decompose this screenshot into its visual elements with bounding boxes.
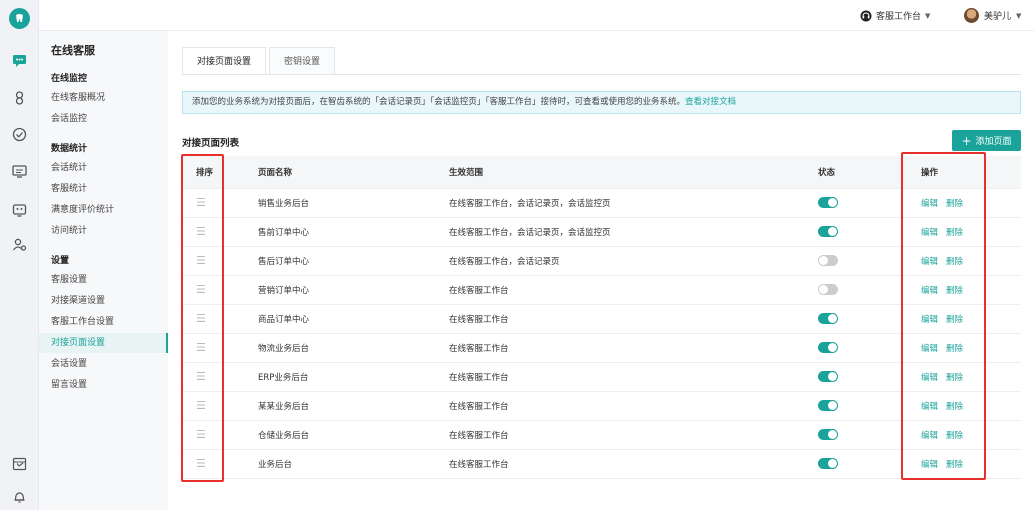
- highlight-actions-column: [901, 152, 986, 480]
- status-toggle[interactable]: [818, 284, 838, 295]
- main-content: 对接页面设置 密钥设置 添加您的业务系统为对接页面后，在智齿系统的「会话记录页」…: [168, 31, 1035, 510]
- sidebar-item-visit-stats[interactable]: 访问统计: [39, 221, 168, 241]
- tab-page-settings[interactable]: 对接页面设置: [182, 47, 267, 75]
- add-page-button[interactable]: + 添加页面: [952, 130, 1021, 151]
- list-title: 对接页面列表: [182, 138, 240, 149]
- sidebar-group-stats: 数据统计: [51, 144, 88, 154]
- table-body: ☰ 销售业务后台 在线客服工作台，会话记录页，会话监控页 编辑 删除 ☰ 售前订单中心 在线客…: [182, 188, 1021, 479]
- row-scope: 在线客服工作台: [449, 275, 818, 305]
- add-page-label: 添加页面: [975, 137, 1012, 147]
- icon-rail: [0, 0, 39, 510]
- workbench-switch[interactable]: 客服工作台 ▼: [860, 9, 930, 22]
- headset-icon: [860, 10, 872, 21]
- pages-table: 排序 页面名称 生效范围 状态 操作 ☰ 销售业务后台 在线客服工作台，会话记录页，…: [182, 156, 1021, 479]
- row-scope: 在线客服工作台: [449, 420, 818, 450]
- chevron-down-icon: ▼: [1016, 11, 1022, 20]
- status-toggle[interactable]: [818, 342, 838, 353]
- row-scope: 在线客服工作台: [449, 333, 818, 363]
- row-scope: 在线客服工作台，会话记录页，会话监控页: [449, 217, 818, 247]
- sidebar-item-session-stats[interactable]: 会话统计: [39, 158, 168, 178]
- status-toggle[interactable]: [818, 371, 838, 382]
- sidebar-item-channel-settings[interactable]: 对接渠道设置: [39, 291, 168, 311]
- col-scope: 生效范围: [449, 156, 818, 189]
- table-row: ☰ 物流业务后台 在线客服工作台 编辑 删除: [182, 333, 1021, 363]
- table-header-row: 排序 页面名称 生效范围 状态 操作: [182, 156, 1021, 189]
- highlight-sort-column: [181, 154, 224, 482]
- sidebar-item-message-settings[interactable]: 留言设置: [39, 375, 168, 395]
- sidebar-item-workbench-settings[interactable]: 客服工作台设置: [39, 312, 168, 332]
- status-toggle[interactable]: [818, 226, 838, 237]
- sidebar-item-session-settings[interactable]: 会话设置: [39, 354, 168, 374]
- chevron-down-icon: ▼: [925, 11, 931, 20]
- status-toggle[interactable]: [818, 313, 838, 324]
- robot-icon[interactable]: [11, 201, 28, 218]
- sidebar-item-satisfaction-stats[interactable]: 满意度评价统计: [39, 200, 168, 220]
- info-banner: 添加您的业务系统为对接页面后，在智齿系统的「会话记录页」「会话监控页」「客服工作…: [182, 91, 1021, 114]
- top-header: 客服工作台 ▼ 美驴儿 ▼: [39, 0, 1035, 31]
- user-name: 美驴儿: [984, 12, 1012, 22]
- workbench-label: 客服工作台: [876, 12, 922, 22]
- calendar-icon[interactable]: [11, 455, 28, 472]
- row-name: 商品订单中心: [258, 304, 449, 334]
- logo-icon[interactable]: [9, 8, 30, 29]
- row-name: 销售业务后台: [258, 188, 449, 218]
- row-scope: 在线客服工作台: [449, 391, 818, 421]
- avatar: [964, 8, 979, 23]
- sidebar-item-overview[interactable]: 在线客服概况: [39, 88, 168, 108]
- table-row: ☰ 业务后台 在线客服工作台 编辑 删除: [182, 449, 1021, 479]
- row-name: 物流业务后台: [258, 333, 449, 363]
- status-toggle[interactable]: [818, 255, 838, 266]
- row-scope: 在线客服工作台: [449, 362, 818, 392]
- bell-icon[interactable]: [11, 488, 28, 505]
- status-toggle[interactable]: [818, 400, 838, 411]
- status-toggle[interactable]: [818, 458, 838, 469]
- table-row: ☰ 商品订单中心 在线客服工作台 编辑 删除: [182, 304, 1021, 334]
- check-circle-icon[interactable]: [11, 126, 28, 143]
- table-row: ☰ 售前订单中心 在线客服工作台，会话记录页，会话监控页 编辑 删除: [182, 217, 1021, 247]
- sidebar-item-agent-settings[interactable]: 客服设置: [39, 270, 168, 290]
- row-name: 仓储业务后台: [258, 420, 449, 450]
- row-scope: 在线客服工作台: [449, 449, 818, 479]
- secondary-sidebar: 在线客服 在线监控 在线客服概况 会话监控 数据统计 会话统计 客服统计 满意度…: [39, 31, 168, 510]
- customer-icon[interactable]: [11, 89, 28, 106]
- row-name: ERP业务后台: [258, 362, 449, 392]
- tab-key-settings[interactable]: 密钥设置: [269, 47, 336, 75]
- tab-bar: 对接页面设置 密钥设置: [182, 47, 336, 75]
- docs-link[interactable]: 查看对接文档: [685, 97, 736, 107]
- sidebar-item-session-monitor[interactable]: 会话监控: [39, 109, 168, 129]
- status-toggle[interactable]: [818, 429, 838, 440]
- table-row: ☰ 营销订单中心 在线客服工作台 编辑 删除: [182, 275, 1021, 305]
- row-name: 某某业务后台: [258, 391, 449, 421]
- row-scope: 在线客服工作台，会话记录页: [449, 246, 818, 276]
- tab-divider: [182, 74, 1021, 75]
- info-text: 添加您的业务系统为对接页面后，在智齿系统的「会话记录页」「会话监控页」「客服工作…: [192, 97, 686, 107]
- status-toggle[interactable]: [818, 197, 838, 208]
- chat-icon[interactable]: [11, 52, 28, 69]
- table-row: ☰ 售后订单中心 在线客服工作台，会话记录页 编辑 删除: [182, 246, 1021, 276]
- sidebar-title: 在线客服: [51, 44, 95, 57]
- row-scope: 在线客服工作台: [449, 304, 818, 334]
- row-name: 售后订单中心: [258, 246, 449, 276]
- sidebar-group-monitor: 在线监控: [51, 74, 88, 84]
- table-row: ☰ ERP业务后台 在线客服工作台 编辑 删除: [182, 362, 1021, 392]
- row-scope: 在线客服工作台，会话记录页，会话监控页: [449, 188, 818, 218]
- users-icon[interactable]: [11, 236, 28, 253]
- row-name: 业务后台: [258, 449, 449, 479]
- table-row: ☰ 某某业务后台 在线客服工作台 编辑 删除: [182, 391, 1021, 421]
- sidebar-item-page-settings[interactable]: 对接页面设置: [39, 333, 168, 353]
- monitor-chat-icon[interactable]: [11, 163, 28, 180]
- plus-icon: +: [961, 133, 972, 148]
- sidebar-item-agent-stats[interactable]: 客服统计: [39, 179, 168, 199]
- table-row: ☰ 销售业务后台 在线客服工作台，会话记录页，会话监控页 编辑 删除: [182, 188, 1021, 218]
- sidebar-group-settings: 设置: [51, 256, 70, 266]
- user-menu[interactable]: 美驴儿 ▼: [964, 8, 1021, 23]
- table-row: ☰ 仓储业务后台 在线客服工作台 编辑 删除: [182, 420, 1021, 450]
- row-name: 售前订单中心: [258, 217, 449, 247]
- col-name: 页面名称: [258, 156, 449, 189]
- row-name: 营销订单中心: [258, 275, 449, 305]
